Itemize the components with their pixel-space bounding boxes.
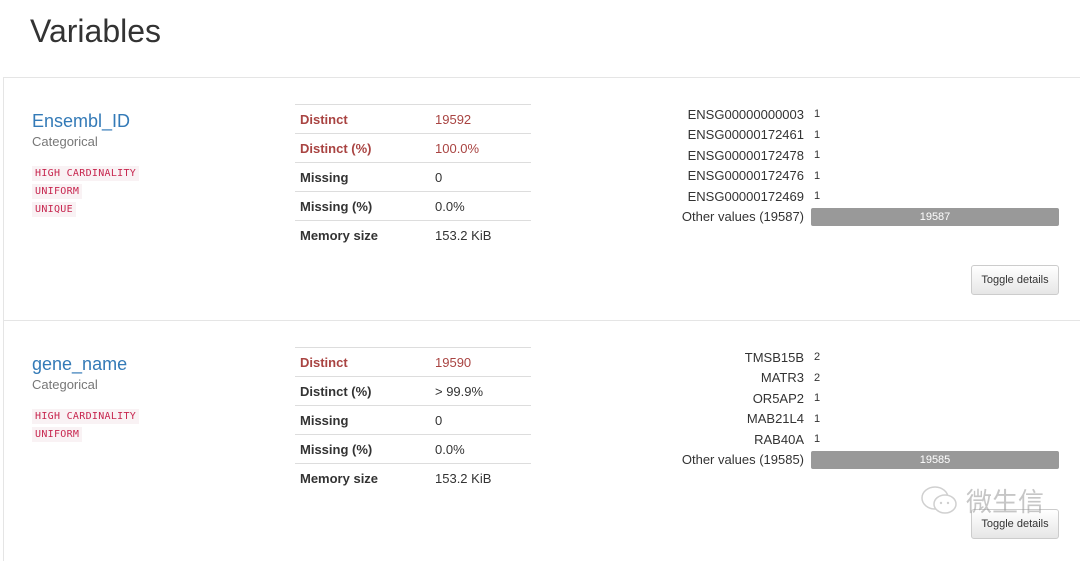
stat-label: Distinct — [295, 104, 430, 134]
value-count: 2 — [814, 371, 821, 384]
value-label: ENSG00000172469 — [687, 188, 804, 204]
stats-row: Memory size 153.2 KiB — [295, 463, 531, 492]
wechat-icon — [921, 485, 957, 514]
stat-label: Missing — [295, 405, 430, 435]
variable-section: gene_name Categorical HIGH CARDINALITY UN… — [3, 320, 1080, 561]
frequency-table: ENSG00000000003 1 ENSG00000172461 1 ENSG0000… — [644, 104, 1059, 227]
frequency-row: ENSG00000172469 1 — [644, 186, 1059, 207]
stats-row: Memory size 153.2 KiB — [295, 220, 531, 249]
alert-badge: UNIFORM — [32, 427, 83, 442]
frequency-row: MAB21L4 1 — [644, 409, 1059, 430]
value-count: 1 — [814, 128, 821, 141]
alert-badge: UNIFORM — [32, 184, 83, 199]
stats-table: Distinct 19590 Distinct (%) > 99.9% Missing 0… — [295, 347, 531, 492]
stat-value: 153.2 KiB — [430, 220, 531, 249]
stat-value: > 99.9% — [430, 376, 531, 406]
alerts-list: HIGH CARDINALITY UNIFORM — [32, 409, 140, 445]
value-label: Other values (19585) — [681, 452, 804, 468]
toggle-details-button[interactable]: Toggle details — [971, 265, 1059, 295]
stats-row: Distinct 19590 — [295, 347, 531, 377]
stat-value: 19592 — [430, 104, 531, 134]
stat-label: Distinct — [295, 347, 430, 377]
stat-value: 0 — [430, 405, 531, 435]
frequency-row: RAB40A 1 — [644, 429, 1059, 450]
alert-badge: UNIQUE — [32, 202, 76, 217]
stat-value: 153.2 KiB — [430, 463, 531, 492]
value-label: TMSB15B — [744, 349, 804, 365]
value-count: 1 — [814, 149, 821, 162]
stat-value: 19590 — [430, 347, 531, 377]
value-label: ENSG00000172478 — [687, 147, 804, 163]
value-count: 2 — [814, 351, 821, 364]
frequency-row: MATR3 2 — [644, 368, 1059, 389]
frequency-table: TMSB15B 2 MATR3 2 OR5AP2 1 MAB21L4 1 RAB40A 1 Othe… — [644, 347, 1059, 470]
alert-badge: HIGH CARDINALITY — [32, 409, 140, 424]
stats-table: Distinct 19592 Distinct (%) 100.0% Missing 0 M… — [295, 104, 531, 249]
variable-type: Categorical — [32, 377, 98, 392]
stat-label: Missing — [295, 162, 430, 192]
value-label: MATR3 — [760, 370, 804, 386]
value-label: ENSG00000172461 — [687, 127, 804, 143]
frequency-bar: 19587 — [811, 207, 1059, 226]
stat-value: 0.0% — [430, 191, 531, 221]
stat-label: Memory size — [295, 220, 430, 249]
frequency-row: Other values (19587) 19587 — [644, 207, 1059, 228]
stat-label: Distinct (%) — [295, 133, 430, 163]
value-count: 1 — [814, 190, 821, 203]
value-label: ENSG00000172476 — [687, 168, 804, 184]
stats-row: Distinct 19592 — [295, 104, 531, 134]
variable-type: Categorical — [32, 134, 98, 149]
watermark-logo: 微生信 — [920, 482, 1044, 519]
stat-label: Memory size — [295, 463, 430, 492]
frequency-row: OR5AP2 1 — [644, 388, 1059, 409]
frequency-row: TMSB15B 2 — [644, 347, 1059, 368]
stats-row: Distinct (%) 100.0% — [295, 133, 531, 163]
frequency-bar: 19585 — [811, 450, 1059, 469]
value-count: 1 — [814, 433, 821, 446]
frequency-row: ENSG00000172461 1 — [644, 125, 1059, 146]
alert-badge: HIGH CARDINALITY — [32, 166, 140, 181]
stats-row: Distinct (%) > 99.9% — [295, 376, 531, 406]
frequency-row: ENSG00000000003 1 — [644, 104, 1059, 125]
stats-row: Missing 0 — [295, 162, 531, 192]
value-count: 1 — [814, 412, 821, 425]
stat-label: Missing (%) — [295, 434, 430, 464]
value-label: OR5AP2 — [752, 390, 804, 406]
variable-name-link[interactable]: gene_name — [32, 354, 127, 375]
value-count: 1 — [814, 392, 821, 405]
stat-value: 0.0% — [430, 434, 531, 464]
variable-name-link[interactable]: Ensembl_ID — [32, 111, 130, 132]
stat-label: Missing (%) — [295, 191, 430, 221]
stats-row: Missing 0 — [295, 405, 531, 435]
variable-section: Ensembl_ID Categorical HIGH CARDINALITY U… — [3, 77, 1080, 320]
value-label: ENSG00000000003 — [687, 106, 804, 122]
stat-value: 0 — [430, 162, 531, 192]
frequency-row: Other values (19585) 19585 — [644, 450, 1059, 471]
frequency-row: ENSG00000172476 1 — [644, 166, 1059, 187]
stats-row: Missing (%) 0.0% — [295, 434, 531, 464]
frequency-row: ENSG00000172478 1 — [644, 145, 1059, 166]
stat-label: Distinct (%) — [295, 376, 430, 406]
value-label: Other values (19587) — [681, 209, 804, 225]
value-count: 1 — [814, 108, 821, 121]
watermark-text: 微生信 — [966, 487, 1045, 517]
page-title: Variables — [30, 13, 162, 49]
stat-value: 100.0% — [430, 133, 531, 163]
value-label: RAB40A — [754, 431, 804, 447]
stats-row: Missing (%) 0.0% — [295, 191, 531, 221]
alerts-list: HIGH CARDINALITY UNIFORM UNIQUE — [32, 166, 140, 220]
value-count: 1 — [814, 169, 821, 182]
value-label: MAB21L4 — [746, 411, 804, 427]
